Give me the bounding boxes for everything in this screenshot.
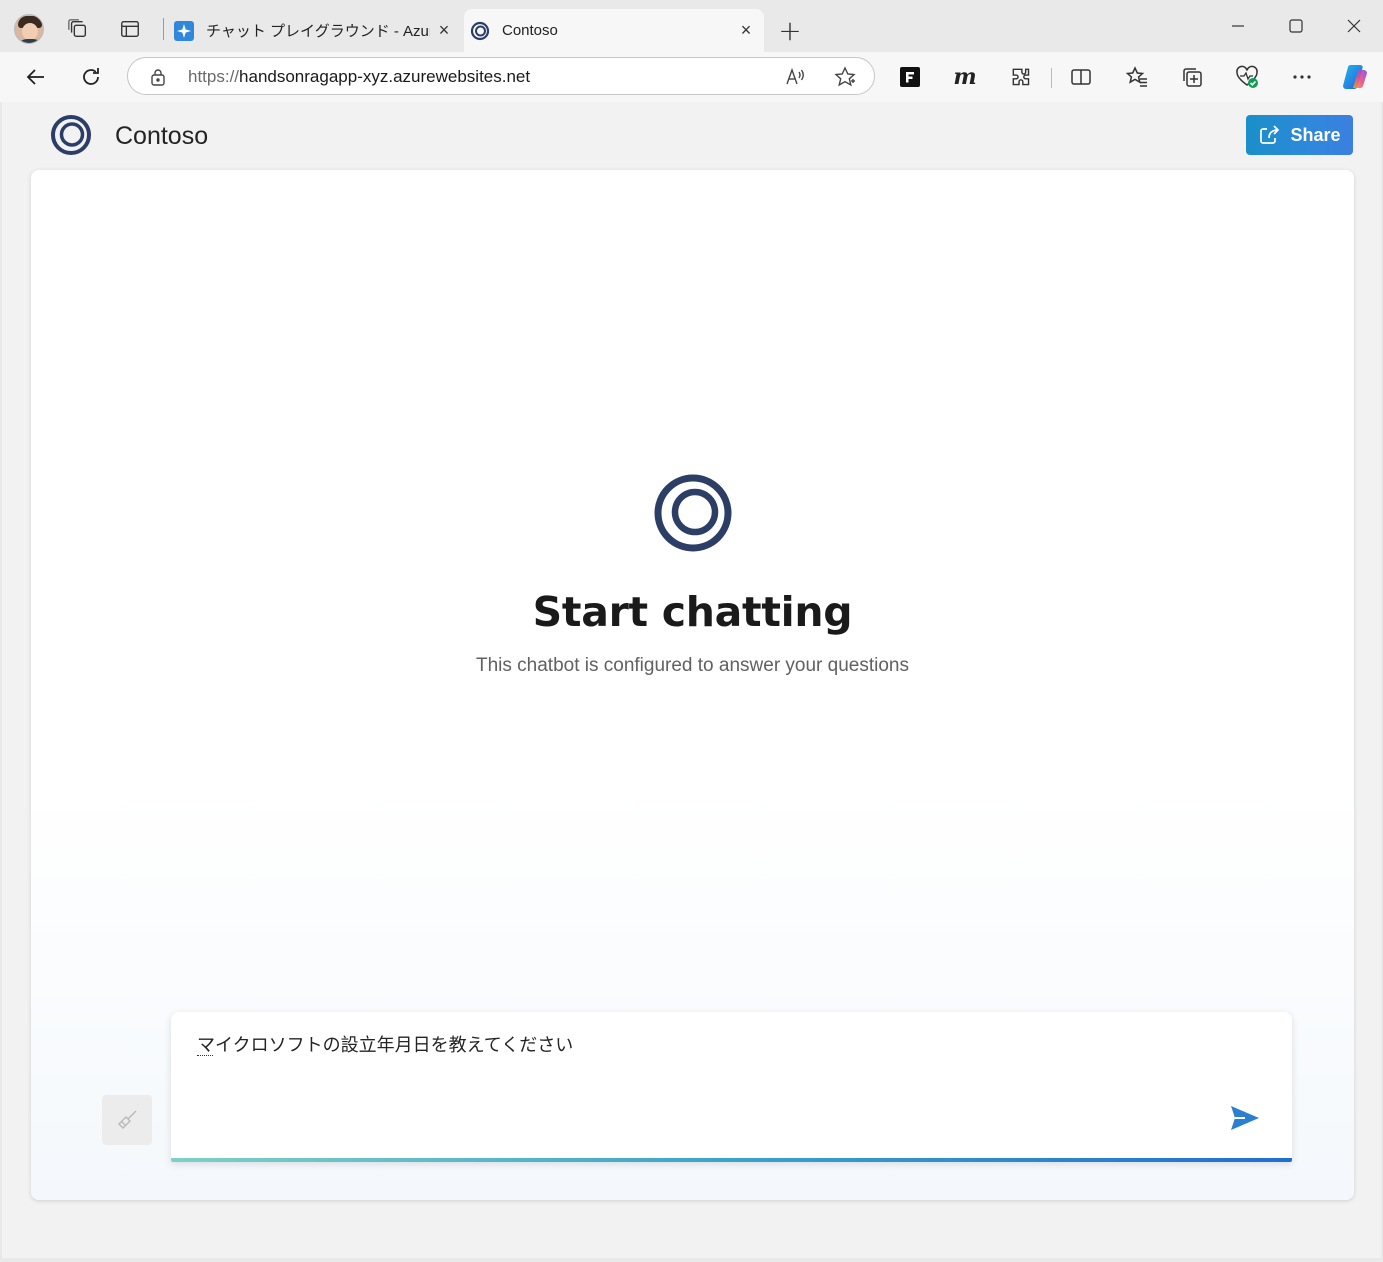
- tab-contoso[interactable]: Contoso ×: [464, 9, 764, 52]
- share-button[interactable]: Share: [1246, 115, 1353, 155]
- close-window-button[interactable]: [1325, 0, 1383, 52]
- chat-panel: Start chatting This chatbot is configure…: [31, 170, 1354, 1200]
- profile-avatar[interactable]: [14, 14, 44, 44]
- lock-icon[interactable]: [148, 67, 168, 87]
- frame-extension-icon[interactable]: [893, 61, 927, 93]
- tab-azure-playground[interactable]: チャット プレイグラウンド - Azure Open ×: [168, 9, 462, 52]
- tab-bar: チャット プレイグラウンド - Azure Open × Contoso × +: [0, 0, 1383, 52]
- browser-toolbar: https://handsonragapp-xyz.azurewebsites.…: [0, 52, 1383, 102]
- question-input[interactable]: マイクロソフトの設立年月日を教えてください: [171, 1012, 1292, 1162]
- tab-close-button[interactable]: ×: [732, 17, 760, 45]
- contoso-hero-logo-icon: [654, 474, 732, 552]
- azure-ai-icon: [174, 20, 194, 41]
- tab-close-button[interactable]: ×: [430, 17, 458, 45]
- tab-actions-icon[interactable]: [112, 13, 148, 45]
- url-host: handsonragapp-xyz.azurewebsites.net: [239, 67, 531, 86]
- page-viewport: Contoso Share Start chatting This chatbo…: [2, 102, 1381, 1258]
- broom-icon: [118, 1110, 137, 1129]
- clear-chat-button[interactable]: [102, 1095, 152, 1145]
- m-extension-icon[interactable]: m: [948, 61, 982, 93]
- toolbar-divider: [1051, 68, 1052, 88]
- contoso-logo-icon: [51, 115, 91, 155]
- contoso-icon: [470, 21, 490, 41]
- url-scheme: https://: [188, 67, 240, 86]
- ime-composition-underline: [197, 1055, 213, 1056]
- favorites-icon[interactable]: [1120, 61, 1154, 93]
- maximize-button[interactable]: [1267, 0, 1325, 52]
- app-header: Contoso Share: [2, 102, 1381, 170]
- collections-icon[interactable]: [1175, 61, 1209, 93]
- question-input-text[interactable]: マイクロソフトの設立年月日を教えてください: [197, 1031, 573, 1057]
- new-tab-button[interactable]: +: [772, 14, 808, 47]
- tab-title: Contoso: [502, 22, 558, 39]
- workspaces-icon[interactable]: [60, 13, 96, 45]
- share-icon: [1260, 125, 1280, 144]
- copilot-icon[interactable]: [1338, 61, 1372, 93]
- share-button-label: Share: [1290, 124, 1341, 145]
- start-chatting-title: Start chatting: [532, 588, 853, 636]
- address-bar[interactable]: https://handsonragapp-xyz.azurewebsites.…: [127, 57, 875, 95]
- input-accent-bar: [171, 1158, 1292, 1162]
- read-aloud-icon[interactable]: [783, 65, 807, 89]
- send-icon: [1231, 1106, 1259, 1130]
- split-screen-icon[interactable]: [1064, 61, 1098, 93]
- back-arrow-icon[interactable]: [19, 61, 53, 93]
- extensions-icon[interactable]: [1004, 61, 1038, 93]
- tab-title: チャット プレイグラウンド - Azure Open: [206, 23, 430, 40]
- minimize-button[interactable]: [1209, 0, 1267, 52]
- tab-separator: [163, 18, 164, 40]
- favorite-star-icon[interactable]: [833, 65, 857, 89]
- url-text: https://handsonragapp-xyz.azurewebsites.…: [188, 67, 530, 87]
- more-icon[interactable]: [1285, 61, 1319, 93]
- browser-essentials-icon[interactable]: [1230, 61, 1264, 93]
- refresh-icon[interactable]: [74, 61, 108, 93]
- send-button[interactable]: [1225, 1100, 1265, 1136]
- brand-name: Contoso: [115, 122, 209, 150]
- start-chatting-subtitle: This chatbot is configured to answer you…: [475, 655, 909, 676]
